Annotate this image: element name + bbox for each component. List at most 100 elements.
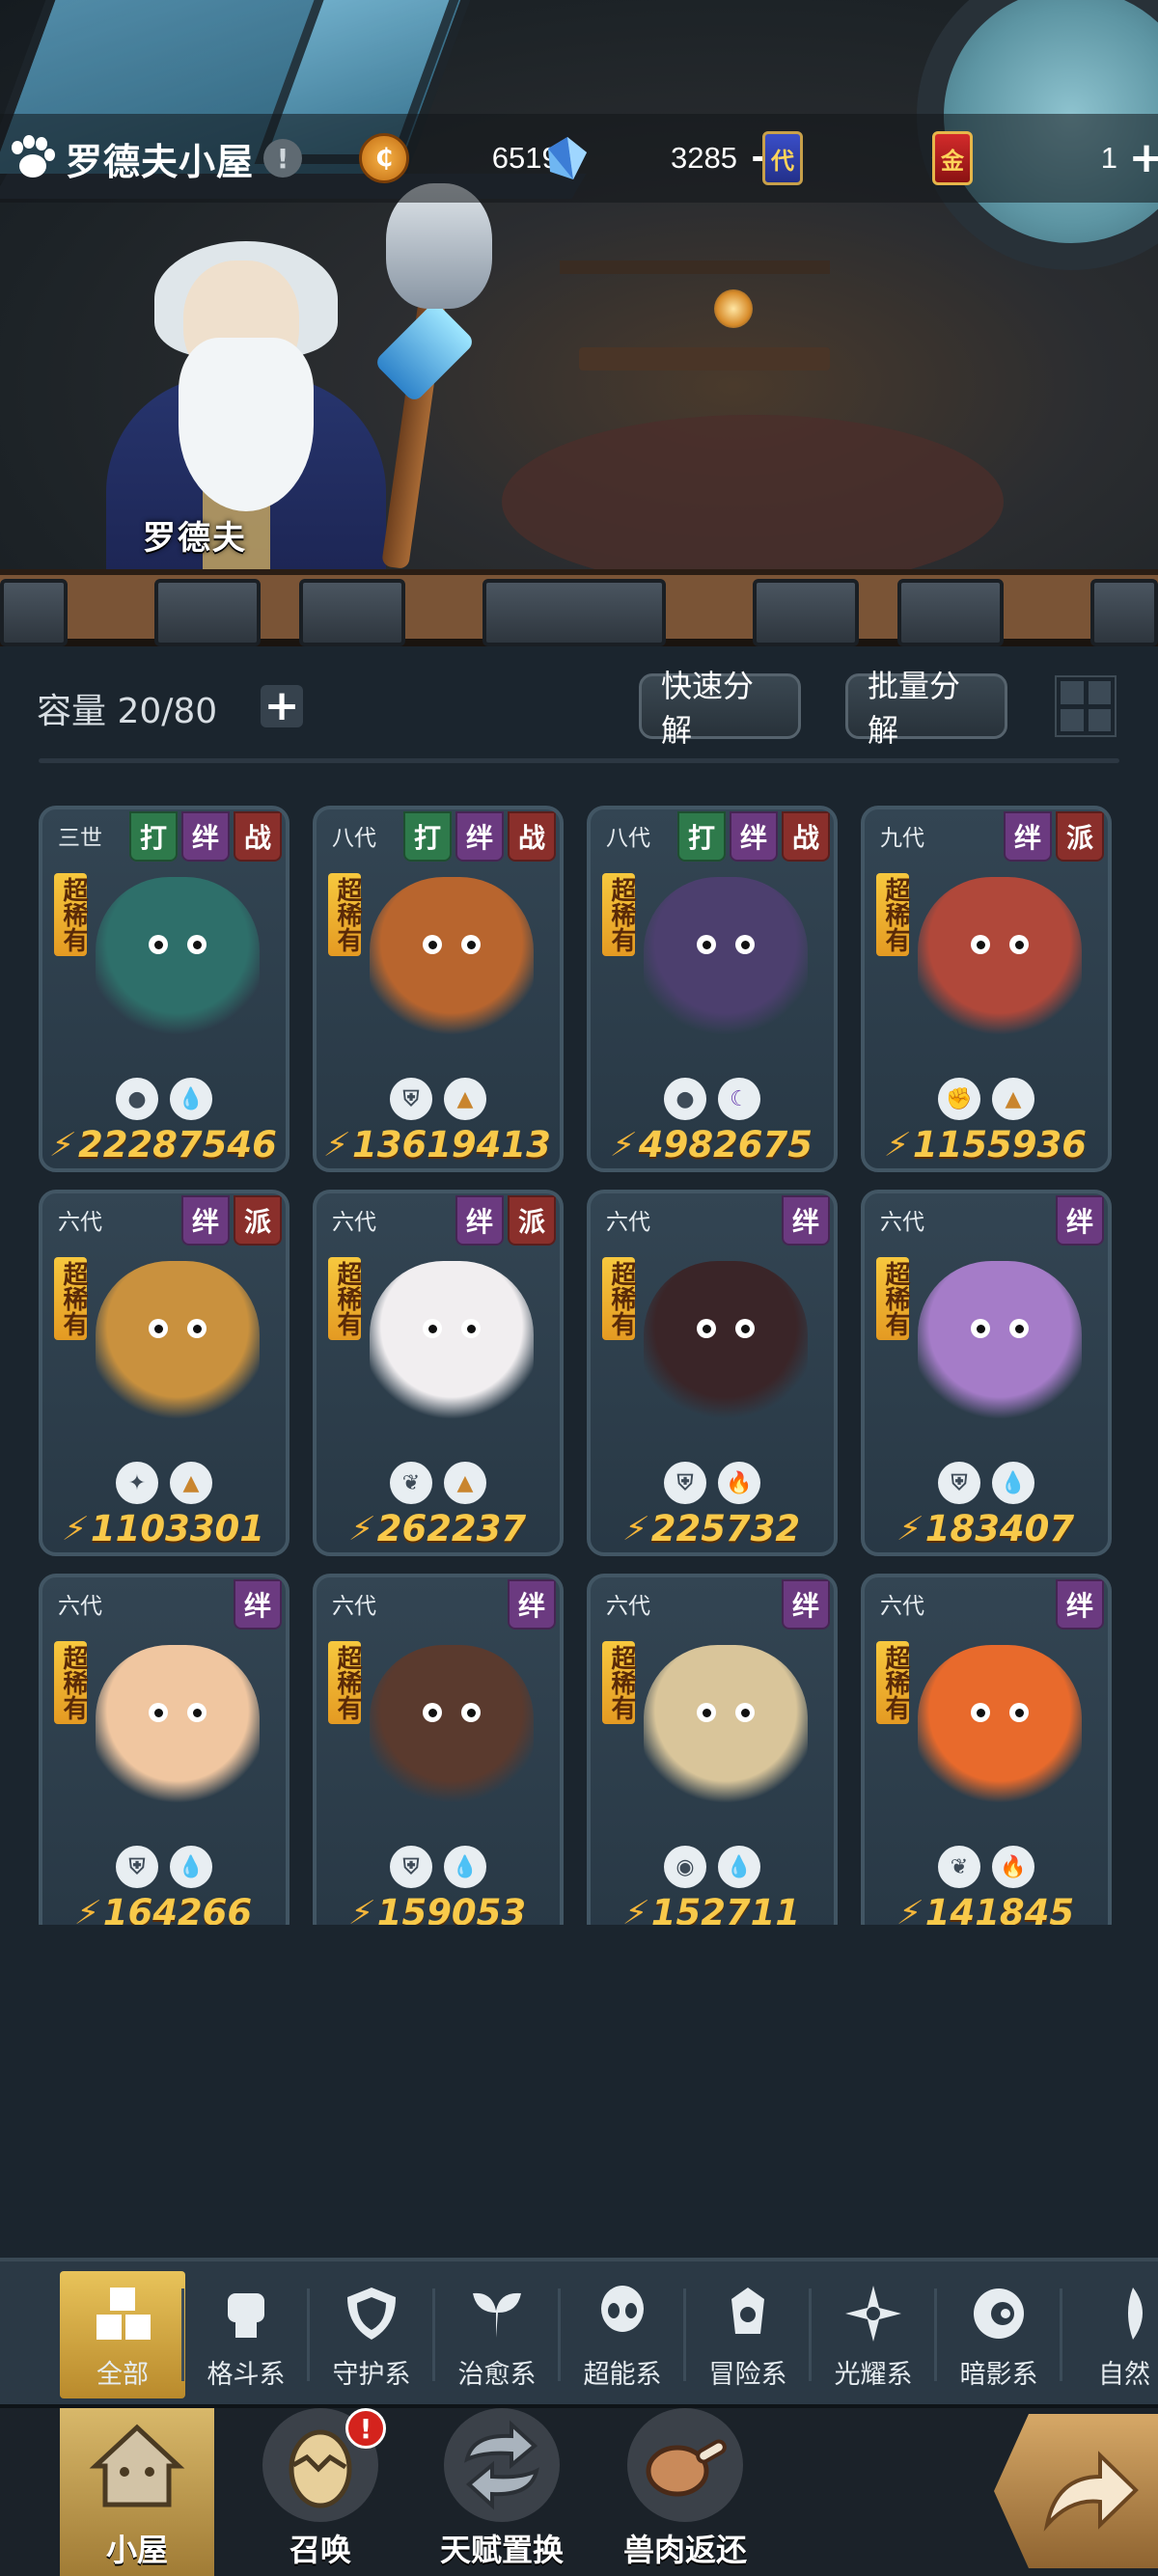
shield-icon: ⛨ (390, 1846, 432, 1888)
category-tab[interactable]: 光耀系 (811, 2271, 936, 2398)
forward-arrow-button[interactable] (994, 2414, 1158, 2568)
category-tab[interactable]: 守护系 (309, 2271, 434, 2398)
element-icons: ⛨ 🔥 (591, 1462, 834, 1504)
power-value: 141845 (924, 1892, 1075, 1925)
power-value: 159053 (376, 1892, 527, 1925)
gold-ticket-value: 1 (1100, 141, 1117, 175)
category-label: 冒险系 (708, 2360, 787, 2390)
rarity-badge: 超稀有 (328, 1257, 362, 1340)
generation-label: 六代 (332, 1594, 376, 1619)
resource-crystal: 3285 + (542, 131, 786, 185)
bond-tag: 绊 (181, 1195, 230, 1246)
shield-icon (342, 2284, 401, 2343)
psychic-icon (593, 2284, 652, 2343)
creature-card[interactable]: 六代绊超稀有 ⛨ 🔥 ⚡ 225732 (587, 1190, 838, 1556)
rarity-badge: 超稀有 (328, 1641, 362, 1724)
tag-group: 绊派 (181, 1195, 282, 1246)
nav-label: 小屋 (105, 2532, 168, 2568)
power-value: 4982675 (638, 1124, 813, 1165)
bottom-nav: 小屋 召唤 天赋置换 兽肉返还 (0, 2404, 1158, 2576)
category-tab[interactable]: 自然 (1062, 2271, 1158, 2398)
category-tab[interactable]: 超能系 (560, 2271, 685, 2398)
element-icons: ❦ ▲ (317, 1462, 560, 1504)
add-gold-ticket-button[interactable]: + (1127, 137, 1158, 179)
power-value: 225732 (650, 1508, 801, 1549)
creature-card[interactable]: 六代绊超稀有 ⛨ 💧 ⚡ 183407 (861, 1190, 1112, 1556)
creature-portrait (96, 1261, 260, 1425)
element-icons: ✊ ▲ (865, 1078, 1108, 1120)
element-icons: ◉ 💧 (591, 1846, 834, 1888)
floor-plank (1090, 579, 1158, 646)
power-value: 164266 (102, 1892, 253, 1925)
category-tab[interactable]: 冒险系 (685, 2271, 811, 2398)
creature-card[interactable]: 三世打绊战超稀有 ● 💧 ⚡ 22287546 (39, 806, 290, 1172)
power-icon: ⚡ (71, 1893, 103, 1926)
bond-tag: 绊 (234, 1579, 282, 1630)
capacity-label: 容量 20/80 (37, 692, 218, 731)
divider (39, 758, 1119, 763)
category-tab[interactable]: 全部 (60, 2271, 185, 2398)
power-value: 1155936 (912, 1124, 1088, 1165)
floor-plank (299, 579, 405, 646)
info-icon[interactable]: ! (263, 139, 303, 178)
house-icon (79, 2408, 195, 2522)
moon-icon: ☾ (718, 1078, 760, 1120)
category-tab[interactable]: 暗影系 (936, 2271, 1062, 2398)
nav-item[interactable]: 小屋 (60, 2408, 214, 2576)
element-icons: ● 💧 (42, 1078, 286, 1120)
earth-icon: ▲ (444, 1078, 486, 1120)
category-label: 全部 (96, 2360, 149, 2390)
category-separator (181, 2288, 184, 2381)
tag-group: 绊 (508, 1579, 556, 1630)
battle-tag: 战 (782, 811, 830, 862)
psychic-icon: ◉ (664, 1846, 706, 1888)
coin-icon: ₵ (359, 133, 409, 183)
batch-decompose-button[interactable]: 批量分解 (845, 668, 1007, 749)
grid-view-icon[interactable] (1055, 675, 1117, 737)
bond-tag: 绊 (730, 811, 778, 862)
category-tab[interactable]: 治愈系 (434, 2271, 560, 2398)
tag-group: 绊派 (1004, 811, 1104, 862)
earth-icon: ▲ (444, 1462, 486, 1504)
creature-card[interactable]: 六代绊超稀有 ❦ 🔥 ⚡ 141845 (861, 1574, 1112, 1925)
creature-card[interactable]: 六代绊派超稀有 ❦ ▲ ⚡ 262237 (313, 1190, 564, 1556)
power-display: ⚡ 1155936 (865, 1124, 1108, 1165)
power-icon: ⚡ (46, 1125, 79, 1165)
quick-decompose-button[interactable]: 快速分解 (639, 668, 801, 749)
creature-card[interactable]: 六代绊派超稀有 ✦ ▲ ⚡ 1103301 (39, 1190, 290, 1556)
fist-icon: ✊ (938, 1078, 980, 1120)
creature-card[interactable]: 九代绊派超稀有 ✊ ▲ ⚡ 1155936 (861, 806, 1112, 1172)
top-resource-bar: 罗德夫小屋 ! ₵ 65191 3285 + 代 0 金 1 + (0, 114, 1158, 203)
creature-card[interactable]: 六代绊超稀有 ⛨ 💧 ⚡ 159053 (313, 1574, 564, 1925)
category-tab[interactable]: 格斗系 (183, 2271, 309, 2398)
creature-card[interactable]: 六代绊超稀有 ◉ 💧 ⚡ 152711 (587, 1574, 838, 1925)
expand-capacity-button[interactable]: + (261, 685, 303, 727)
faction-tag: 派 (234, 1195, 282, 1246)
resource-purple-ticket: 代 0 (762, 131, 948, 185)
tag-group: 绊 (234, 1579, 282, 1630)
nav-item[interactable]: 兽肉返还 (608, 2408, 762, 2576)
shield-icon: ⛨ (938, 1462, 980, 1504)
creature-card[interactable]: 八代打绊战超稀有 ● ☾ ⚡ 4982675 (587, 806, 838, 1172)
nav-item[interactable]: 天赋置换 (425, 2408, 579, 2576)
rug (502, 415, 1004, 589)
meat-icon (627, 2408, 743, 2522)
rarity-badge: 超稀有 (54, 1641, 88, 1724)
power-icon: ⚡ (894, 1509, 925, 1548)
generation-label: 三世 (58, 826, 102, 851)
tag-group: 打绊战 (403, 811, 556, 862)
purple-ticket-value: 0 (803, 141, 948, 176)
bond-tag: 绊 (1004, 811, 1052, 862)
category-label: 格斗系 (207, 2360, 286, 2390)
power-icon: ⚡ (881, 1125, 914, 1165)
creature-card[interactable]: 八代打绊战超稀有 ⛨ ▲ ⚡ 13619413 (313, 806, 564, 1172)
creature-card-grid: 三世打绊战超稀有 ● 💧 ⚡ 22287546 八代打绊战超稀有 ⛨ ▲ ⚡ 13619413 八代… (39, 806, 1129, 1925)
generation-label: 八代 (332, 826, 376, 851)
element-icons: ⛨ ▲ (317, 1078, 560, 1120)
category-separator (683, 2288, 686, 2381)
power-icon: ⚡ (620, 1509, 651, 1548)
tag-group: 打绊战 (677, 811, 830, 862)
creature-card[interactable]: 六代绊超稀有 ⛨ 💧 ⚡ 164266 (39, 1574, 290, 1925)
category-label: 暗影系 (959, 2360, 1038, 2390)
power-display: ⚡ 4982675 (591, 1124, 834, 1165)
